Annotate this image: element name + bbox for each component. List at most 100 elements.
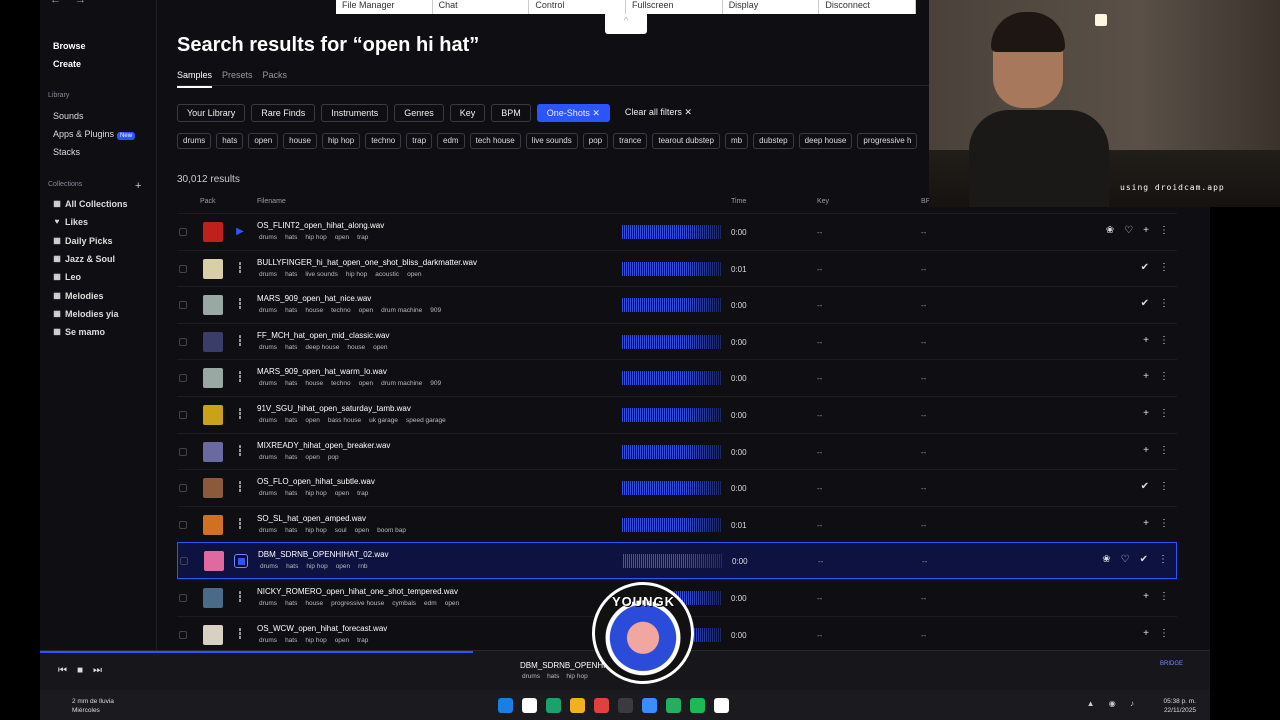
add-icon[interactable]: + <box>1143 445 1149 456</box>
row-checkbox[interactable] <box>179 228 187 236</box>
sample-tag[interactable]: hats <box>285 454 297 461</box>
now-playing-tag[interactable]: hats <box>547 673 559 680</box>
sample-tag[interactable]: trap <box>357 490 368 497</box>
sample-tag[interactable]: drums <box>259 271 277 278</box>
filter-button[interactable]: Instruments <box>321 104 389 122</box>
row-checkbox[interactable] <box>179 264 187 273</box>
col-key[interactable]: Key <box>817 198 829 205</box>
sample-tag[interactable]: open <box>407 271 421 278</box>
filter-button[interactable]: Key <box>449 104 486 122</box>
sample-filename[interactable]: NICKY_ROMERO_open_hihat_one_shot_tempere… <box>257 587 458 596</box>
table-row[interactable]: ▶ OS_FLINT2_open_hihat_along.wav drums hats… <box>177 213 1177 250</box>
filter-button[interactable]: Your Library <box>177 104 246 122</box>
waveform-preview[interactable] <box>622 334 722 349</box>
add-icon[interactable]: + <box>1143 518 1149 529</box>
sample-tag[interactable]: trap <box>357 234 368 241</box>
waveform-preview[interactable] <box>622 298 722 313</box>
remote-chat-button[interactable]: Chat <box>433 0 530 14</box>
waveform-icon[interactable]: ┇ <box>233 262 247 276</box>
col-pack[interactable]: Pack <box>200 198 216 205</box>
collection-likes[interactable]: ♥ Likes <box>53 213 128 231</box>
collection-jazz-soul[interactable]: ▦ Jazz & Soul <box>53 250 128 268</box>
waveform-preview[interactable] <box>623 554 723 569</box>
tag-chip[interactable]: dubstep <box>753 133 794 149</box>
row-checkbox[interactable] <box>179 374 187 383</box>
pack-artwork[interactable] <box>203 514 223 535</box>
sample-tag[interactable]: hip hop <box>306 563 327 570</box>
filter-button[interactable]: Genres <box>394 104 444 122</box>
remote-file-manager-button[interactable]: File Manager <box>336 0 433 14</box>
stop-icon[interactable] <box>234 554 248 569</box>
sample-filename[interactable]: BULLYFINGER_hi_hat_open_one_shot_bliss_d… <box>257 258 477 267</box>
owned-check-icon[interactable]: ✔ <box>1141 262 1149 273</box>
filter-button[interactable]: One-Shots ✕ <box>536 104 610 122</box>
sample-tag[interactable]: drum machine <box>381 380 422 387</box>
sample-tag[interactable]: drums <box>259 490 277 497</box>
sample-tag[interactable]: hats <box>285 600 297 607</box>
more-icon[interactable]: ⋮ <box>1159 335 1169 346</box>
sample-filename[interactable]: OS_FLINT2_open_hihat_along.wav <box>257 221 384 230</box>
sample-tag[interactable]: drums <box>259 417 277 424</box>
sample-tag[interactable]: house <box>305 600 323 607</box>
tag-chip[interactable]: deep house <box>798 133 853 149</box>
sample-tag[interactable]: open <box>335 234 349 241</box>
pack-artwork[interactable] <box>204 551 224 572</box>
sample-tag[interactable]: live sounds <box>305 271 338 278</box>
nav-apps-plugins[interactable]: Apps & Plugins New <box>53 125 136 143</box>
sample-tag[interactable]: drums <box>259 527 277 534</box>
sample-tag[interactable]: deep house <box>305 344 339 351</box>
sample-tag[interactable]: speed garage <box>406 417 446 424</box>
table-row[interactable]: ┇ MARS_909_open_hat_warm_lo.wav drums hats h… <box>177 359 1177 396</box>
taskbar-app-icon[interactable] <box>546 698 561 713</box>
nav-sounds[interactable]: Sounds <box>53 107 135 125</box>
remote-fullscreen-button[interactable]: Fullscreen <box>626 0 723 14</box>
tag-chip[interactable]: tearout dubstep <box>652 133 720 149</box>
sample-filename[interactable]: DBM_SDRNB_OPENHIHAT_02.wav <box>258 550 389 559</box>
row-checkbox[interactable] <box>180 557 188 566</box>
sample-tag[interactable]: hats <box>285 307 297 314</box>
tag-chip[interactable]: live sounds <box>525 133 578 149</box>
sample-filename[interactable]: OS_WCW_open_hihat_forecast.wav <box>257 624 387 633</box>
toolbar-collapse-tab[interactable]: ^ <box>605 14 647 34</box>
table-row[interactable]: ┇ MIXREADY_hihat_open_breaker.wav drums hat… <box>177 432 1177 470</box>
more-icon[interactable]: ⋮ <box>1159 445 1169 456</box>
sample-tag[interactable]: cymbals <box>392 600 416 607</box>
more-icon[interactable]: ⋮ <box>1159 371 1169 382</box>
similar-icon[interactable]: ❀ <box>1102 554 1110 565</box>
table-row[interactable]: ┇ OS_FLO_open_hihat_subtle.wav drums hats hi… <box>177 469 1177 506</box>
sample-tag[interactable]: open <box>336 563 350 570</box>
collection-daily-picks[interactable]: ▦ Daily Picks <box>53 232 128 250</box>
sample-tag[interactable]: hats <box>285 490 297 497</box>
sample-tag[interactable]: drums <box>259 600 277 607</box>
pack-artwork[interactable] <box>203 368 223 389</box>
nav-stacks[interactable]: Stacks <box>53 143 135 161</box>
next-icon[interactable]: ⏭ <box>93 665 102 676</box>
now-playing-tag[interactable]: hip hop <box>566 673 587 680</box>
waveform-icon[interactable]: ┇ <box>233 408 247 422</box>
waveform-icon[interactable]: ┇ <box>233 481 247 495</box>
add-icon[interactable]: + <box>1143 225 1149 236</box>
sample-tag[interactable]: acoustic <box>375 271 399 278</box>
similar-icon[interactable]: ❀ <box>1106 225 1114 236</box>
owned-check-icon[interactable]: ✔ <box>1141 481 1149 492</box>
collection-all[interactable]: ▦ All Collections <box>53 195 127 213</box>
playback-progress[interactable] <box>40 651 473 653</box>
sample-tag[interactable]: uk garage <box>369 417 398 424</box>
taskbar-app-icon[interactable] <box>618 698 633 713</box>
table-row[interactable]: ┇ MARS_909_open_hat_nice.wav drums hats hous… <box>177 286 1177 323</box>
sample-filename[interactable]: FF_MCH_hat_open_mid_classic.wav <box>257 331 390 340</box>
sample-tag[interactable]: drums <box>260 563 278 570</box>
sample-tag[interactable]: hip hop <box>305 527 326 534</box>
sample-tag[interactable]: hats <box>285 380 297 387</box>
sample-tag[interactable]: house <box>305 380 323 387</box>
sample-tag[interactable]: hip hop <box>305 234 326 241</box>
tag-chip[interactable]: trance <box>613 133 648 149</box>
table-row[interactable]: DBM_SDRNB_OPENHIHAT_02.wav drums hats hip h… <box>177 542 1177 579</box>
sample-filename[interactable]: SO_SL_hat_open_amped.wav <box>257 514 366 523</box>
tag-chip[interactable]: trap <box>406 133 433 149</box>
sample-tag[interactable]: drums <box>259 380 277 387</box>
taskbar-app-icon[interactable] <box>642 698 657 713</box>
sample-tag[interactable]: techno <box>331 307 351 314</box>
taskbar-app-icon[interactable] <box>594 698 609 713</box>
more-icon[interactable]: ⋮ <box>1159 225 1169 236</box>
